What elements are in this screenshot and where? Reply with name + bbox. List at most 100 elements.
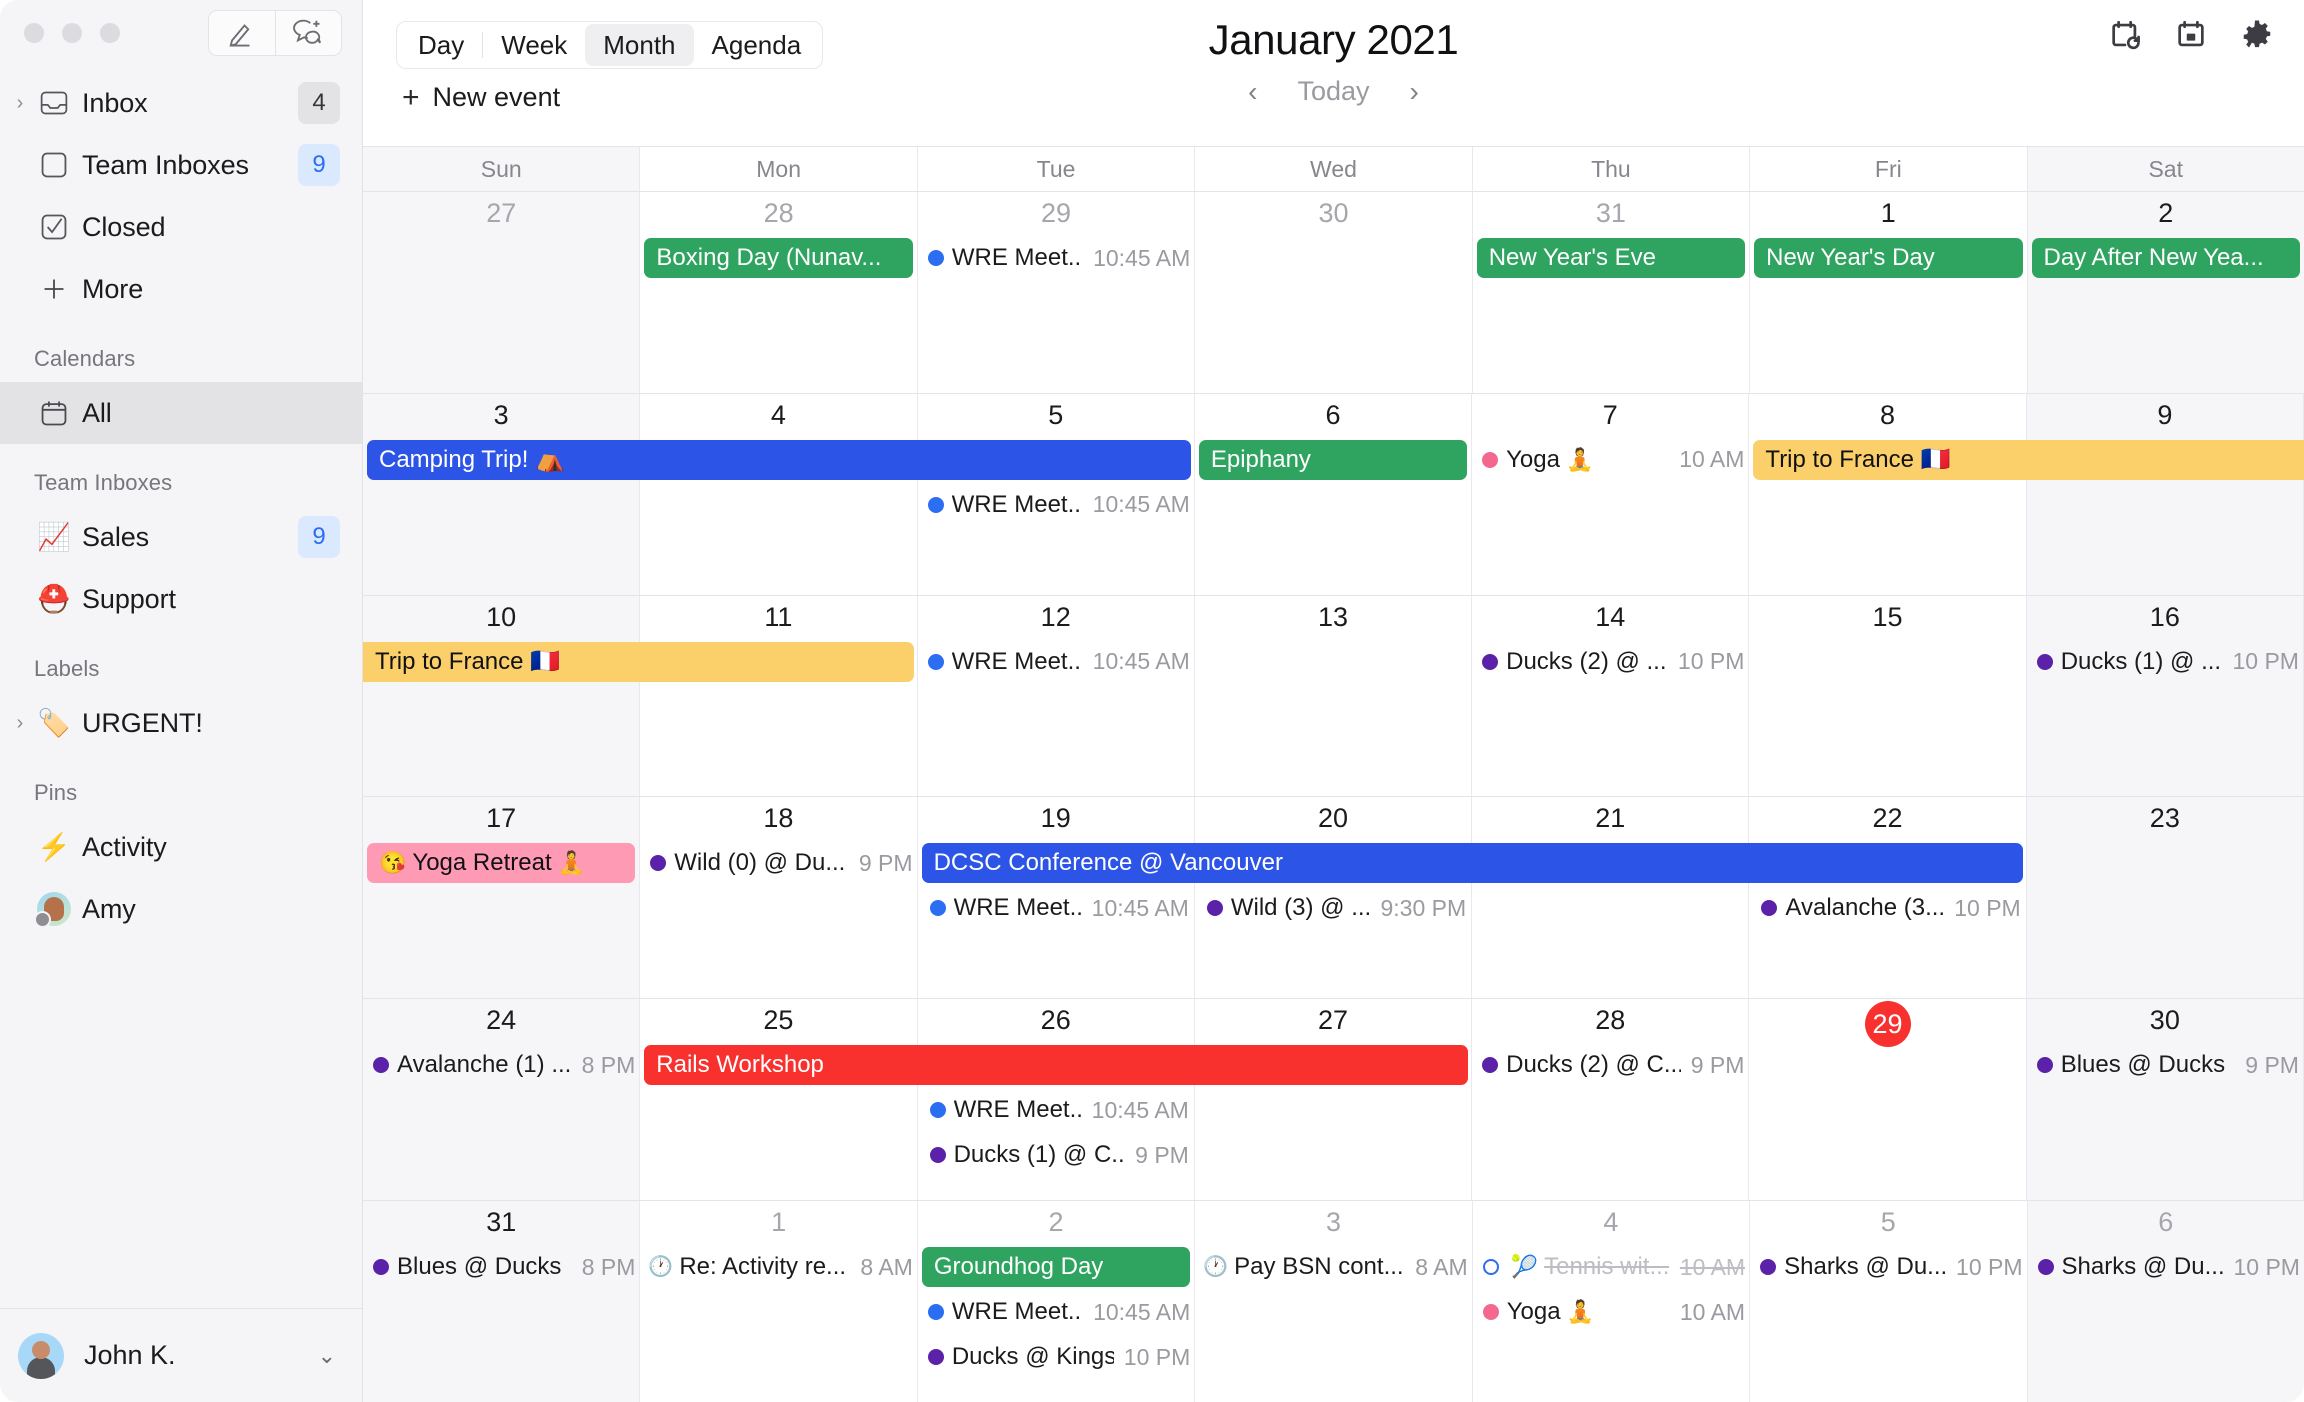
- calendar-day-cell[interactable]: 7 Yoga 🧘 10 AM: [1472, 393, 1750, 595]
- calendar-event[interactable]: Day After New Yea...: [2031, 238, 2300, 278]
- calendar-day-cell[interactable]: 11: [640, 595, 918, 797]
- calendar-event[interactable]: Ducks (1) @ ... 10 PM: [2031, 642, 2299, 682]
- calendar-day-cell[interactable]: 18 Wild (0) @ Du... 9 PM: [640, 797, 918, 999]
- new-conversation-button[interactable]: [275, 11, 341, 55]
- sidebar-item-support[interactable]: ⛑️ Support: [0, 568, 362, 630]
- calendar-event[interactable]: Yoga 🧘 10 AM: [1476, 440, 1744, 480]
- calendar-event[interactable]: 🕐 Pay BSN cont... 8 AM: [1199, 1247, 1467, 1287]
- calendar-refresh-icon[interactable]: [2108, 18, 2142, 52]
- sidebar-item-more[interactable]: More: [0, 258, 362, 320]
- sidebar-item-team-inboxes[interactable]: Team Inboxes 9: [0, 134, 362, 196]
- calendar-event[interactable]: Sharks @ Du... 10 PM: [2032, 1247, 2300, 1287]
- calendar-day-cell[interactable]: 13: [1195, 595, 1473, 797]
- chevron-down-icon[interactable]: ⌄: [318, 1343, 336, 1369]
- window-controls[interactable]: [24, 23, 120, 43]
- sidebar-item-inbox[interactable]: › Inbox 4: [0, 72, 362, 134]
- calendar-event-span[interactable]: Rails Workshop: [644, 1045, 1469, 1086]
- chevron-right-icon[interactable]: ›: [6, 93, 34, 113]
- calendar-day-cell[interactable]: 5 Sharks @ Du... 10 PM: [1750, 1201, 2028, 1402]
- calendar-day-icon[interactable]: [2174, 18, 2208, 52]
- calendar-event[interactable]: Epiphany: [1198, 439, 1468, 480]
- calendar-day-cell[interactable]: 4 🎾 Tennis wit... 10 AM Yoga 🧘 10 AM: [1473, 1201, 1751, 1402]
- calendar-day-cell[interactable]: 9: [2026, 393, 2304, 595]
- calendar-event[interactable]: WRE Meet... 10:45 AM: [922, 485, 1190, 525]
- close-window-button[interactable]: [24, 23, 44, 43]
- gear-icon[interactable]: [2240, 18, 2274, 52]
- calendar-day-cell[interactable]: 28 Ducks (2) @ C... 9 PM: [1472, 999, 1750, 1201]
- tab-day[interactable]: Day: [400, 24, 482, 66]
- calendar-day-cell[interactable]: 3: [363, 393, 641, 595]
- today-button[interactable]: Today: [1297, 76, 1369, 107]
- sidebar-item-all-calendars[interactable]: All: [0, 382, 362, 444]
- calendar-event[interactable]: Blues @ Ducks 8 PM: [367, 1247, 635, 1287]
- calendar-event[interactable]: Groundhog Day: [921, 1247, 1191, 1288]
- calendar-day-cell[interactable]: 24 Avalanche (1) ... 8 PM: [363, 999, 641, 1201]
- calendar-event[interactable]: WRE Meet... 10:45 AM: [922, 642, 1190, 682]
- calendar-day-cell[interactable]: 6 Sharks @ Du... 10 PM: [2027, 1201, 2304, 1402]
- calendar-day-cell[interactable]: 8: [1749, 393, 2027, 595]
- calendar-day-cell[interactable]: 1 New Year's Day: [1750, 192, 2028, 393]
- calendar-event[interactable]: Yoga 🧘 10 AM: [1477, 1292, 1745, 1332]
- calendar-day-cell[interactable]: 29: [1749, 999, 2027, 1201]
- calendar-day-cell[interactable]: 21: [1472, 797, 1750, 999]
- calendar-event[interactable]: WRE Meet... 10:45 AM: [922, 1292, 1190, 1332]
- calendar-event[interactable]: 🎾 Tennis wit... 10 AM: [1477, 1247, 1745, 1287]
- calendar-event[interactable]: Ducks (2) @ C... 9 PM: [1476, 1045, 1744, 1085]
- compose-button[interactable]: [209, 11, 275, 55]
- calendar-day-cell[interactable]: 27: [1195, 999, 1473, 1201]
- calendar-event[interactable]: Ducks (2) @ ... 10 PM: [1476, 642, 1744, 682]
- calendar-event[interactable]: WRE Meet... 10:45 AM: [924, 1090, 1189, 1130]
- calendar-event[interactable]: Boxing Day (Nunav...: [644, 238, 913, 278]
- calendar-day-cell[interactable]: 31 New Year's Eve: [1473, 192, 1751, 393]
- calendar-event[interactable]: WRE Meet... 10:45 AM: [924, 888, 1189, 928]
- user-account-button[interactable]: John K. ⌄: [0, 1308, 362, 1402]
- calendar-event[interactable]: Avalanche (1) ... 8 PM: [367, 1045, 635, 1085]
- calendar-day-cell[interactable]: 3 🕐 Pay BSN cont... 8 AM: [1195, 1201, 1473, 1402]
- calendar-day-cell[interactable]: 2 Groundhog Day WRE Meet... 10:45 AM Ducks @…: [918, 1201, 1196, 1402]
- calendar-day-cell[interactable]: 10: [363, 595, 641, 797]
- sidebar-item-urgent[interactable]: › 🏷️ URGENT!: [0, 692, 362, 754]
- calendar-event[interactable]: 🕐 Re: Activity re... 8 AM: [644, 1247, 912, 1287]
- chevron-right-icon[interactable]: ›: [6, 713, 34, 733]
- calendar-event[interactable]: 😘 Yoga Retreat 🧘: [367, 843, 636, 884]
- tab-month[interactable]: Month: [585, 24, 694, 66]
- calendar-day-cell[interactable]: 25: [640, 999, 918, 1201]
- calendar-day-cell[interactable]: 12 WRE Meet... 10:45 AM: [918, 595, 1195, 797]
- sidebar-item-activity[interactable]: ⚡ Activity: [0, 816, 362, 878]
- new-event-button[interactable]: + New event: [402, 82, 560, 113]
- tab-week[interactable]: Week: [483, 24, 585, 66]
- calendar-event[interactable]: New Year's Day: [1754, 238, 2023, 278]
- sidebar-item-closed[interactable]: Closed: [0, 196, 362, 258]
- calendar-day-cell[interactable]: 23: [2026, 797, 2304, 999]
- calendar-day-cell[interactable]: 28 Boxing Day (Nunav...: [640, 192, 918, 393]
- calendar-event[interactable]: Sharks @ Du... 10 PM: [1754, 1247, 2023, 1287]
- sidebar-item-sales[interactable]: 📈 Sales 9: [0, 506, 362, 568]
- calendar-day-cell[interactable]: 16 Ducks (1) @ ... 10 PM: [2026, 595, 2304, 797]
- sidebar-item-amy[interactable]: Amy: [0, 878, 362, 940]
- calendar-event-span[interactable]: Camping Trip! ⛺: [367, 439, 1191, 480]
- calendar-day-cell[interactable]: 30: [1195, 192, 1473, 393]
- calendar-event-span[interactable]: Trip to France 🇫🇷: [363, 641, 914, 682]
- calendar-event[interactable]: Ducks (1) @ C... 9 PM: [924, 1135, 1189, 1175]
- calendar-event[interactable]: WRE Meet... 10:45 AM: [922, 238, 1190, 278]
- tab-agenda[interactable]: Agenda: [694, 24, 820, 66]
- calendar-day-cell[interactable]: 17 😘 Yoga Retreat 🧘: [363, 797, 641, 999]
- calendar-event[interactable]: New Year's Eve: [1476, 238, 1746, 278]
- calendar-day-cell[interactable]: 5 WRE Meet... 10:45 AM: [918, 393, 1195, 595]
- calendar-day-cell[interactable]: 15: [1749, 595, 2027, 797]
- previous-month-button[interactable]: ‹: [1248, 77, 1257, 106]
- minimize-window-button[interactable]: [62, 23, 82, 43]
- calendar-day-cell[interactable]: 4: [640, 393, 918, 595]
- calendar-event[interactable]: Wild (0) @ Du... 9 PM: [644, 843, 913, 883]
- calendar-day-cell[interactable]: 27: [363, 192, 641, 393]
- next-month-button[interactable]: ›: [1410, 77, 1419, 106]
- calendar-event[interactable]: Ducks @ Kings 10 PM: [922, 1337, 1190, 1377]
- calendar-event[interactable]: Avalanche (3... 10 PM: [1755, 888, 2021, 928]
- calendar-day-cell[interactable]: 30 Blues @ Ducks 9 PM: [2026, 999, 2304, 1201]
- calendar-day-cell[interactable]: 1 🕐 Re: Activity re... 8 AM: [640, 1201, 918, 1402]
- calendar-event-span[interactable]: DCSC Conference @ Vancouver: [921, 843, 2023, 884]
- calendar-event[interactable]: Wild (3) @ ... 9:30 PM: [1201, 888, 1466, 928]
- calendar-day-cell[interactable]: 2 Day After New Yea...: [2027, 192, 2304, 393]
- calendar-day-cell[interactable]: 14 Ducks (2) @ ... 10 PM: [1472, 595, 1750, 797]
- calendar-event-span[interactable]: Trip to France 🇫🇷: [1753, 439, 2304, 480]
